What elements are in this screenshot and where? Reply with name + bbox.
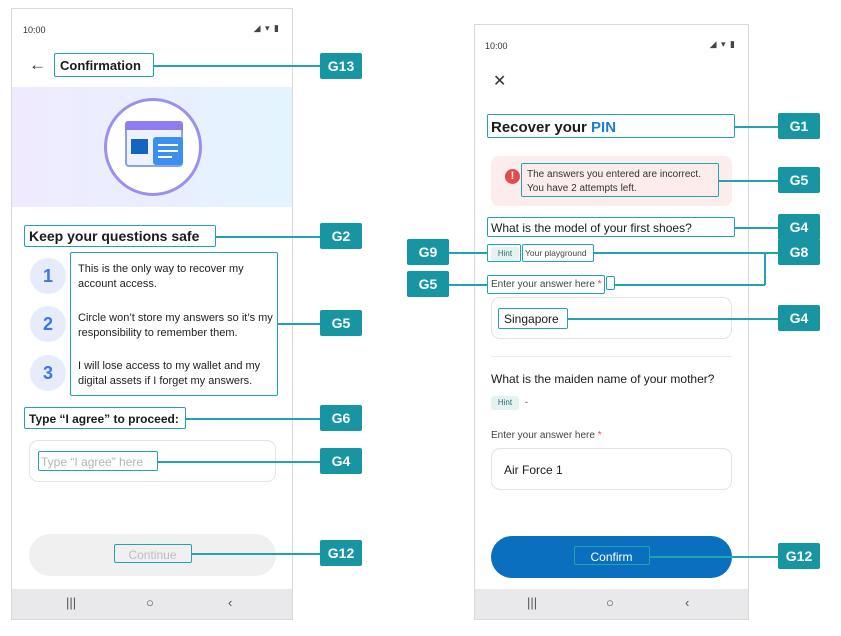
tag-g4: G4	[320, 448, 362, 474]
tag-g12: G12	[320, 540, 362, 566]
highlight-answer-value	[498, 308, 568, 329]
highlight-continue	[114, 544, 192, 563]
leader-line	[186, 418, 320, 420]
home-icon[interactable]: ○	[146, 595, 154, 610]
signal-battery-icon: ◢ ▾ ▮	[709, 39, 736, 49]
answer-value-2: Air Force 1	[504, 463, 563, 477]
tag-g13: G13	[320, 53, 362, 79]
tag-g5: G5	[320, 310, 362, 336]
leader-line	[158, 461, 320, 463]
highlight-question	[487, 217, 735, 237]
highlight-hint-text	[522, 244, 594, 262]
leader-line	[192, 553, 320, 555]
android-nav-bar: ||| ○ ‹	[475, 589, 748, 619]
leader-line	[278, 323, 320, 325]
highlight-answer-label	[487, 275, 605, 294]
answer-input-2[interactable]: Air Force 1	[491, 448, 732, 490]
highlight-agree-label	[24, 407, 186, 429]
signal-battery-icon: ◢ ▾ ▮	[253, 23, 280, 33]
highlight-required-mark	[606, 276, 615, 290]
answer-label-text: Enter your answer here	[491, 430, 595, 441]
leader-line	[594, 252, 778, 254]
highlight-error	[521, 163, 719, 197]
leader-line	[449, 252, 487, 254]
android-nav-bar: ||| ○ ‹	[12, 589, 292, 619]
error-icon: !	[505, 169, 520, 184]
highlight-hint-chip	[487, 244, 521, 262]
status-bar: 10:00 ◢ ▾ ▮	[12, 9, 292, 45]
tag-g2: G2	[320, 223, 362, 249]
step-number-3: 3	[30, 355, 66, 391]
status-bar: 10:00 ◢ ▾ ▮	[475, 25, 748, 61]
tag-g5: G5	[407, 271, 449, 297]
required-mark: *	[597, 430, 602, 441]
back-nav-icon[interactable]: ‹	[685, 595, 689, 610]
close-icon[interactable]: ✕	[493, 71, 506, 91]
leader-line	[615, 284, 765, 286]
tag-g5: G5	[778, 167, 820, 193]
leader-line	[568, 318, 778, 320]
status-time: 10:00	[485, 41, 508, 51]
leader-line	[449, 284, 487, 286]
highlight-title	[487, 114, 735, 138]
step-number-1: 1	[30, 258, 66, 294]
question-2: What is the maiden name of your mother?	[491, 372, 715, 386]
tag-g4: G4	[778, 305, 820, 331]
highlight-title	[54, 53, 154, 77]
recents-icon[interactable]: |||	[66, 595, 76, 610]
status-time: 10:00	[23, 25, 46, 35]
highlight-confirm	[574, 546, 650, 565]
tag-g9: G9	[407, 239, 449, 265]
leader-line	[764, 252, 766, 285]
highlight-placeholder	[38, 451, 158, 471]
tag-g6: G6	[320, 405, 362, 431]
recents-icon[interactable]: |||	[527, 595, 537, 610]
hint-chip-2: Hint	[491, 396, 519, 410]
answer-label-2: Enter your answer here *	[491, 430, 602, 441]
hint-text-2: -	[525, 397, 528, 407]
leader-line	[216, 236, 320, 238]
step-number-2: 2	[30, 306, 66, 342]
tag-g1: G1	[778, 113, 820, 139]
tag-g12: G12	[778, 543, 820, 569]
home-icon[interactable]: ○	[606, 595, 614, 610]
highlight-steps	[70, 252, 278, 396]
leader-line	[735, 126, 778, 128]
back-arrow-icon[interactable]: ←	[29, 55, 46, 75]
leader-line	[154, 65, 320, 67]
tag-g4: G4	[778, 214, 820, 240]
leader-line	[735, 227, 778, 229]
questions-illustration-icon	[104, 98, 202, 196]
back-nav-icon[interactable]: ‹	[228, 595, 232, 610]
leader-line	[719, 180, 778, 182]
divider	[491, 356, 732, 357]
tag-g8: G8	[778, 239, 820, 265]
highlight-heading	[24, 225, 216, 247]
leader-line	[650, 556, 778, 558]
